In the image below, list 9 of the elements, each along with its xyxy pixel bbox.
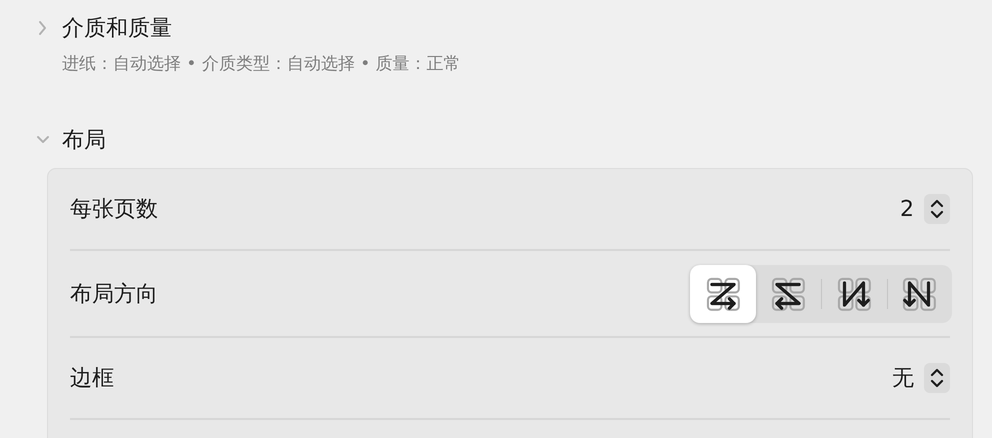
stepper-value: 无 xyxy=(892,365,914,393)
section-summary: 进纸：自动选择 • 介质类型：自动选择 • 质量：正常 xyxy=(62,53,462,75)
row-label: 每张页数 xyxy=(70,196,158,224)
row-label: 边框 xyxy=(70,365,114,393)
stepper-value: 2 xyxy=(900,196,914,222)
section-title: 介质和质量 xyxy=(62,15,172,43)
segment-button[interactable] xyxy=(690,264,756,322)
row-label: 布局方向 xyxy=(70,280,158,308)
section-title: 布局 xyxy=(62,127,106,155)
